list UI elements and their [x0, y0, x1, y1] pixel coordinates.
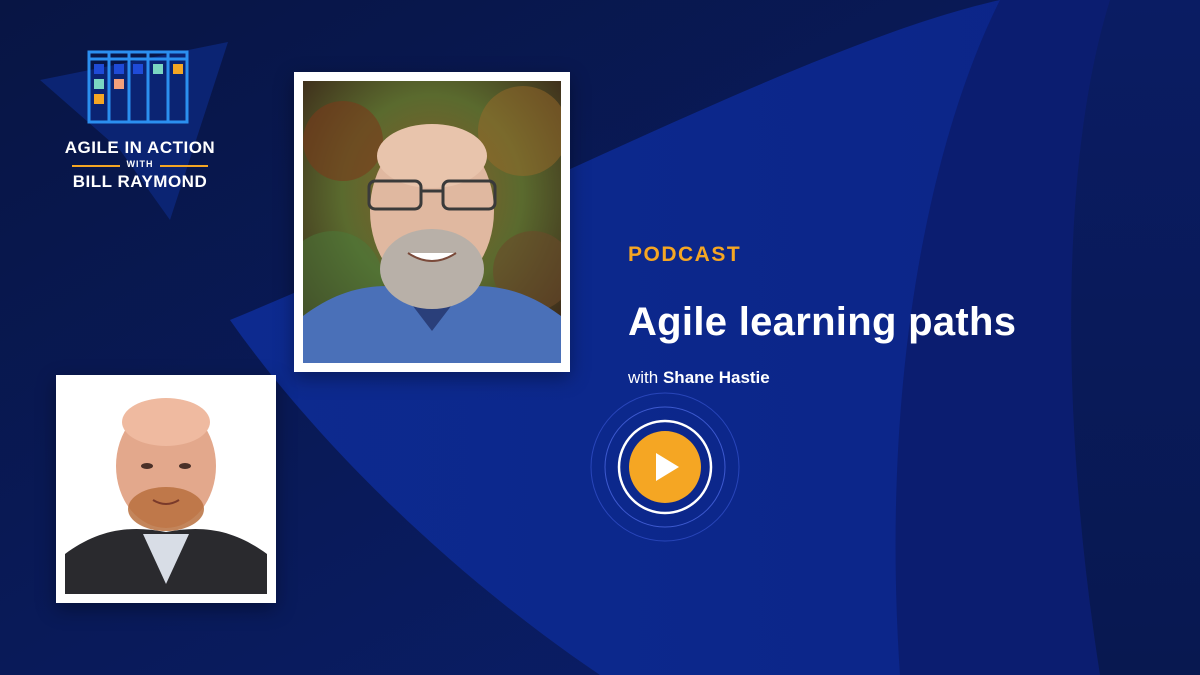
guest-prefix: with	[628, 368, 659, 387]
guest-portrait	[65, 384, 267, 594]
guest-name: Shane Hastie	[662, 368, 770, 387]
logo: AGILE IN ACTION WITH BILL RAYMOND	[40, 40, 240, 210]
kanban-board-icon	[87, 50, 189, 124]
episode-title: Agile learning paths	[628, 300, 1017, 344]
episode-type-label: PODCAST	[628, 243, 742, 266]
play-button[interactable]	[589, 391, 741, 543]
logo-title-line2: BILL RAYMOND	[72, 172, 208, 191]
guest-photo	[56, 375, 276, 603]
host-portrait	[303, 81, 561, 363]
play-icon[interactable]	[589, 391, 741, 543]
bg-edge-shape	[1071, 0, 1200, 675]
guest-credit: with Shane Hastie	[628, 368, 770, 388]
logo-title-line1: AGILE IN ACTION	[64, 138, 216, 157]
host-photo	[294, 72, 570, 372]
logo-with: WITH	[60, 159, 220, 169]
